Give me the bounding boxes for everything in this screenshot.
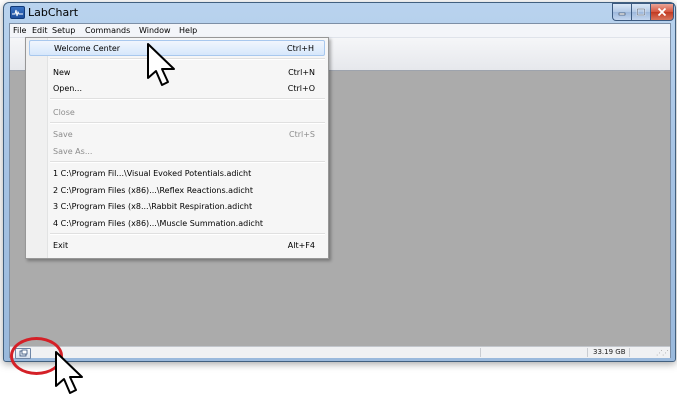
menu-item-label: 4 C:\Program Files (x86)...\Muscle Summa… bbox=[53, 219, 264, 228]
maximize-icon bbox=[636, 8, 646, 16]
menu-item-label: 2 C:\Program Files (x86)...\Reflex React… bbox=[53, 186, 253, 195]
statusbar-divider bbox=[629, 348, 630, 357]
menu-item-shortcut: Alt+F4 bbox=[287, 241, 315, 250]
statusbar-divider bbox=[480, 348, 481, 357]
menu-item-label: New bbox=[53, 68, 71, 77]
menu-item-shortcut: Ctrl+H bbox=[287, 44, 314, 53]
close-button[interactable] bbox=[650, 3, 674, 21]
mouse-pointer-icon bbox=[55, 351, 83, 394]
status-bar: 33.19 GB ⋰⋰ bbox=[10, 346, 670, 359]
menu-item-recent-file-3[interactable]: 3 C:\Program Files (x8...\Rabbit Respira… bbox=[29, 198, 325, 214]
menu-item-shortcut: Ctrl+S bbox=[288, 130, 315, 139]
title-bar[interactable]: LabChart bbox=[4, 3, 675, 22]
menu-item-label: Exit bbox=[53, 241, 69, 250]
menu-item-label: Welcome Center bbox=[54, 44, 121, 53]
labchart-app-icon[interactable] bbox=[10, 6, 25, 19]
menu-item-label: 1 C:\Program Fil...\Visual Evoked Potent… bbox=[53, 169, 252, 178]
menu-item-close[interactable]: Close bbox=[29, 104, 325, 120]
menu-separator bbox=[50, 122, 325, 124]
menu-setup[interactable]: Setup bbox=[52, 26, 75, 35]
menu-bar: File Edit Setup Commands Window Help bbox=[10, 24, 670, 38]
menu-edit[interactable]: Edit bbox=[32, 26, 48, 35]
disk-space-label: 33.19 GB bbox=[593, 348, 626, 356]
menu-item-label: Save As... bbox=[53, 147, 93, 156]
menu-item-shortcut: Ctrl+N bbox=[288, 68, 315, 77]
menu-help[interactable]: Help bbox=[179, 26, 197, 35]
menu-separator bbox=[50, 98, 325, 100]
menu-commands[interactable]: Commands bbox=[85, 26, 130, 35]
resize-grip[interactable]: ⋰⋰ bbox=[656, 349, 669, 357]
menu-item-label: 3 C:\Program Files (x8...\Rabbit Respira… bbox=[53, 202, 253, 211]
mouse-pointer-icon bbox=[147, 43, 175, 86]
menu-item-label: Save bbox=[53, 130, 73, 139]
menu-window[interactable]: Window bbox=[139, 26, 171, 35]
statusbar-divider bbox=[587, 348, 588, 357]
menu-item-recent-file-4[interactable]: 4 C:\Program Files (x86)...\Muscle Summa… bbox=[29, 215, 325, 231]
window-title: LabChart bbox=[28, 6, 79, 19]
menu-item-label: Open... bbox=[53, 84, 82, 93]
menu-separator bbox=[50, 161, 325, 163]
menu-file[interactable]: File bbox=[13, 26, 26, 35]
menu-item-exit[interactable]: Exit Alt+F4 bbox=[29, 237, 325, 253]
menu-item-recent-file-2[interactable]: 2 C:\Program Files (x86)...\Reflex React… bbox=[29, 182, 325, 198]
menu-item-save[interactable]: Save Ctrl+S bbox=[29, 126, 325, 142]
menu-item-shortcut: Ctrl+O bbox=[287, 84, 315, 93]
menu-separator bbox=[50, 233, 325, 235]
maximize-button[interactable] bbox=[631, 3, 650, 21]
menu-item-recent-file-1[interactable]: 1 C:\Program Fil...\Visual Evoked Potent… bbox=[29, 165, 325, 181]
menu-item-save-as[interactable]: Save As... bbox=[29, 143, 325, 159]
minimize-icon bbox=[618, 12, 626, 16]
close-icon bbox=[657, 8, 667, 16]
menu-item-label: Close bbox=[53, 108, 75, 117]
minimize-button[interactable] bbox=[612, 3, 631, 21]
